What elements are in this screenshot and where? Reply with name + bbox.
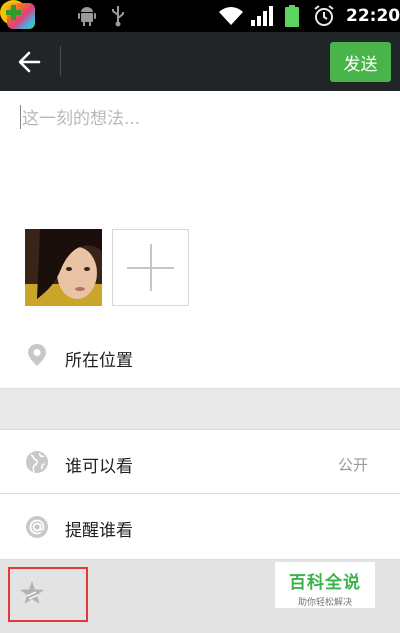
back-button[interactable]: [8, 41, 52, 83]
text-caret: [20, 105, 21, 129]
watermark-title: 百科全说: [289, 573, 361, 593]
title-bar: 发送: [0, 32, 400, 91]
title-divider: [60, 46, 61, 76]
mention-row[interactable]: 提醒谁看: [0, 494, 400, 559]
signal-icon: [251, 6, 273, 26]
visibility-row[interactable]: 谁可以看 公开: [0, 430, 400, 493]
location-label: 所在位置: [65, 351, 133, 371]
annotation-highlight-box: [8, 567, 88, 622]
arrow-left-icon: [18, 51, 41, 73]
mention-label: 提醒谁看: [65, 521, 133, 541]
compose-area: 这一刻的想法...: [0, 91, 400, 321]
watermark: 百科全说 助你轻松解决: [275, 562, 375, 608]
visibility-label: 谁可以看: [65, 457, 133, 477]
android-debug-icon: [78, 7, 96, 26]
watermark-subtitle: 助你轻松解决: [297, 598, 352, 608]
visibility-value: 公开: [337, 456, 368, 474]
usb-icon: [112, 6, 124, 27]
status-time: 22:20: [346, 6, 400, 26]
post-text-input[interactable]: 这一刻的想法...: [22, 104, 140, 129]
status-bar: 22:20: [0, 0, 400, 32]
battery-icon: [285, 5, 299, 27]
add-photo-button[interactable]: [112, 229, 189, 306]
at-sign-icon: [26, 516, 48, 538]
section-gap: [0, 389, 400, 430]
alarm-icon: [314, 5, 334, 26]
location-pin-icon: [28, 344, 46, 366]
send-button[interactable]: 发送: [330, 42, 391, 82]
location-row[interactable]: 所在位置: [0, 321, 400, 389]
globe-icon: [26, 451, 48, 473]
attached-photo[interactable]: [25, 229, 102, 306]
wifi-icon: [219, 7, 243, 25]
photo-image: [25, 229, 102, 306]
